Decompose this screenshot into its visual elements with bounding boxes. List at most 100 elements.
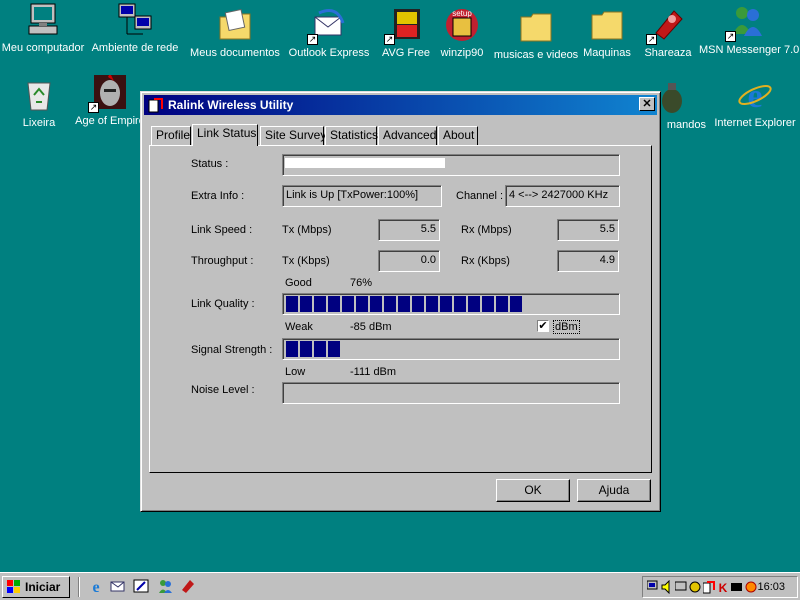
- quicklaunch-shareaza-icon[interactable]: [180, 578, 196, 594]
- dbm-checkbox[interactable]: ✔: [537, 320, 549, 332]
- level-segment: [328, 296, 340, 312]
- noise-level-label: Noise Level :: [191, 384, 255, 396]
- tab-about[interactable]: About: [438, 126, 478, 145]
- channel-field: 4 <--> 2427000 KHz: [505, 185, 620, 207]
- windows-flag-icon: [7, 580, 21, 594]
- shareaza-icon: ↗: [646, 7, 686, 45]
- level-segment: [412, 296, 424, 312]
- quicklaunch-msn-icon[interactable]: [157, 578, 173, 594]
- signal-strength-fill: [286, 341, 616, 357]
- dbm-checkbox-label[interactable]: dBm: [553, 320, 580, 334]
- level-segment: [300, 296, 312, 312]
- ralink-app-icon: [148, 97, 164, 113]
- quick-launch-divider: [78, 577, 80, 597]
- documents-folder-icon: [217, 7, 253, 43]
- tab-statistics[interactable]: Statistics: [325, 126, 378, 145]
- desktop-icon-my-documents[interactable]: Meus documentos: [187, 7, 283, 59]
- level-segment: [384, 296, 396, 312]
- link-quality-label: Link Quality :: [191, 298, 255, 310]
- signal-strength-bar: [282, 338, 620, 360]
- start-button[interactable]: Iniciar: [2, 576, 70, 598]
- channel-label: Channel :: [456, 190, 504, 202]
- tx-mbps-field: 5.5: [378, 219, 440, 241]
- desktop-icon-my-computer[interactable]: Meu computador: [0, 2, 91, 54]
- check-mark: ✔: [538, 320, 548, 332]
- level-segment: [454, 296, 466, 312]
- tab-profile[interactable]: Profile: [151, 126, 191, 145]
- tray-avg-icon[interactable]: [689, 580, 701, 594]
- svg-text:K: K: [719, 581, 728, 594]
- tx-kbps-label: Tx (Kbps): [282, 255, 330, 267]
- clock[interactable]: 16:03: [757, 581, 785, 593]
- tab-link-status[interactable]: Link Status: [192, 124, 258, 146]
- level-segment: [510, 296, 522, 312]
- signal-dbm: -85 dBm: [350, 321, 392, 333]
- tray-volume-icon[interactable]: [661, 579, 673, 595]
- desktop-icon-msn[interactable]: ↗ MSN Messenger 7.0: [699, 4, 799, 56]
- level-segment: [370, 296, 382, 312]
- tab-advanced[interactable]: Advanced: [378, 126, 437, 145]
- tray-security-icon[interactable]: [745, 580, 757, 594]
- level-segment: [328, 341, 340, 357]
- outlook-icon: ↗: [307, 7, 347, 45]
- level-segment: [482, 296, 494, 312]
- tray-display-icon[interactable]: [731, 580, 743, 594]
- computer-icon: [25, 2, 61, 38]
- network-icon: [117, 2, 153, 38]
- quality-word: Good: [285, 277, 312, 289]
- status-label: Status :: [191, 158, 229, 170]
- tx-mbps-label: Tx (Mbps): [282, 224, 332, 236]
- ok-button[interactable]: OK: [496, 479, 570, 502]
- noise-word: Low: [285, 366, 306, 378]
- level-segment: [398, 296, 410, 312]
- tx-kbps-field: 0.0: [378, 250, 440, 272]
- folder-icon: [518, 9, 554, 45]
- winzip-setup-icon: setup: [444, 7, 480, 43]
- recycle-bin-icon: [21, 77, 57, 113]
- svg-text:setup: setup: [452, 9, 472, 18]
- noise-level-bar: [282, 382, 620, 404]
- system-tray: K 16:03: [642, 576, 798, 598]
- rx-kbps-label: Rx (Kbps): [461, 255, 510, 267]
- level-segment: [440, 296, 452, 312]
- status-field: [282, 154, 620, 176]
- tray-ralink-icon[interactable]: [702, 580, 715, 594]
- link-quality-fill: [286, 296, 616, 312]
- rx-mbps-label: Rx (Mbps): [461, 224, 512, 236]
- svg-text:e: e: [747, 78, 762, 113]
- throughput-label: Throughput :: [191, 255, 254, 267]
- quicklaunch-ie-icon[interactable]: e: [88, 578, 104, 596]
- level-segment: [300, 341, 312, 357]
- level-segment: [468, 296, 480, 312]
- close-button[interactable]: ✕: [639, 97, 655, 111]
- quicklaunch-desktop-icon[interactable]: [133, 578, 149, 594]
- start-label: Iniciar: [25, 580, 61, 594]
- desktop-icon-internet-explorer[interactable]: e Internet Explorer: [707, 77, 800, 129]
- quality-percent: 76%: [350, 277, 373, 289]
- tray-k-icon[interactable]: K: [717, 580, 729, 595]
- help-button[interactable]: Ajuda: [577, 479, 651, 502]
- window-titlebar[interactable]: Ralink Wireless Utility ✕: [144, 95, 657, 115]
- link-status-panel: Status : Extra Info : Link is Up [TxPowe…: [149, 145, 652, 473]
- window-title: Ralink Wireless Utility: [168, 98, 294, 112]
- tab-site-survey[interactable]: Site Survey: [260, 126, 326, 145]
- desktop-icon-network[interactable]: Ambiente de rede: [87, 2, 183, 54]
- status-redacted: [285, 158, 445, 168]
- link-speed-label: Link Speed :: [191, 224, 253, 236]
- rx-kbps-field: 4.9: [557, 250, 619, 272]
- level-segment: [356, 296, 368, 312]
- level-segment: [342, 296, 354, 312]
- level-segment: [314, 341, 326, 357]
- level-segment: [426, 296, 438, 312]
- tray-monitor-icon[interactable]: [674, 580, 687, 594]
- signal-strength-label: Signal Strength :: [191, 344, 273, 356]
- svg-text:e: e: [92, 579, 99, 594]
- noise-level-fill: [286, 385, 616, 401]
- quicklaunch-outlook-icon[interactable]: [110, 578, 126, 594]
- tray-network-icon[interactable]: [646, 580, 659, 594]
- msn-icon: ↗: [725, 4, 765, 42]
- level-segment: [314, 296, 326, 312]
- ralink-window: Ralink Wireless Utility ✕ Profile Link S…: [140, 91, 661, 512]
- signal-word: Weak: [285, 321, 313, 333]
- link-quality-bar: [282, 293, 620, 315]
